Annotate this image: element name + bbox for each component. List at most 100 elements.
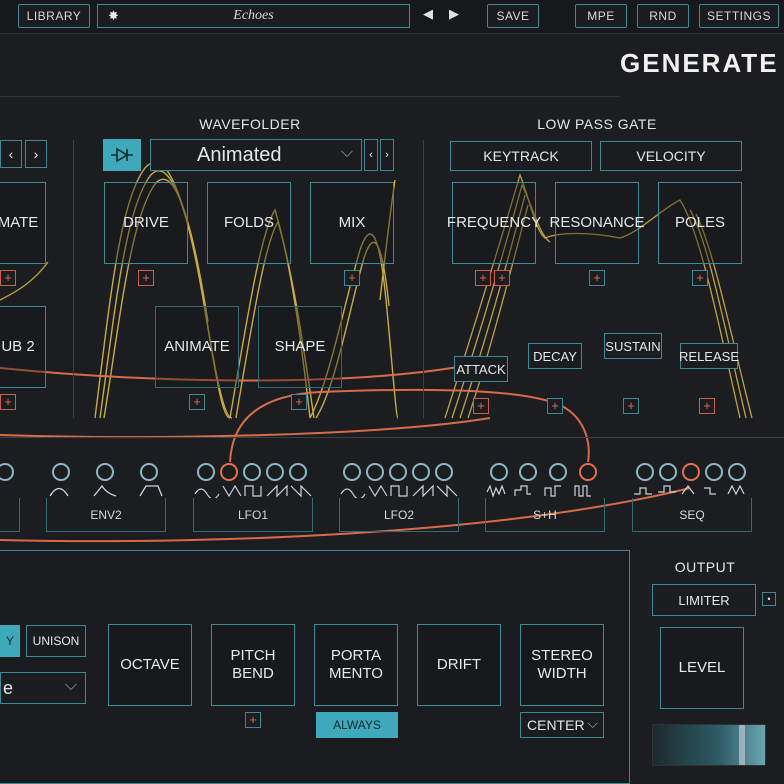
mod-target-dot[interactable] bbox=[289, 463, 307, 481]
mod-source-seq[interactable]: SEQ bbox=[632, 498, 752, 532]
mod-target-dot[interactable] bbox=[52, 463, 70, 481]
mod-plus-button[interactable]: + bbox=[0, 270, 16, 286]
diode-icon bbox=[111, 147, 133, 163]
voice-dropdown[interactable]: e ⌵ bbox=[0, 672, 86, 704]
knob-sub2[interactable]: UB 2 bbox=[0, 306, 46, 388]
mod-target-dot[interactable] bbox=[266, 463, 284, 481]
mod-target-dot[interactable] bbox=[435, 463, 453, 481]
limiter-toggle[interactable]: • bbox=[762, 592, 776, 606]
wavefolder-prev-button[interactable]: ‹ bbox=[364, 139, 378, 171]
mod-target-dot[interactable] bbox=[366, 463, 384, 481]
knob-label: STEREO WIDTH bbox=[531, 647, 593, 682]
mod-plus-button[interactable]: + bbox=[0, 394, 16, 410]
mod-source-env1[interactable] bbox=[0, 498, 20, 532]
knob-animate[interactable]: ANIMATE bbox=[155, 306, 239, 388]
mod-source-env2[interactable]: ENV2 bbox=[46, 498, 166, 532]
mod-plus-button[interactable]: + bbox=[589, 270, 605, 286]
mod-source-lfo2[interactable]: LFO2 bbox=[339, 498, 459, 532]
mod-plus-button[interactable]: + bbox=[494, 270, 510, 286]
knob-label: PITCH BEND bbox=[230, 647, 276, 682]
voice-mode-poly-button[interactable]: Y bbox=[0, 625, 20, 657]
mod-plus-button[interactable]: + bbox=[475, 270, 491, 286]
slider-release[interactable]: RELEASE bbox=[679, 343, 739, 369]
knob-label: PORTA MENTO bbox=[329, 647, 383, 682]
knob-label: ANIMATE bbox=[164, 338, 230, 355]
mod-plus-button[interactable]: + bbox=[189, 394, 205, 410]
mod-plus-button[interactable]: + bbox=[473, 398, 489, 414]
knob-pitch-bend[interactable]: PITCH BEND bbox=[211, 624, 295, 706]
knob-portamento[interactable]: PORTA MENTO bbox=[314, 624, 398, 706]
slider-decay[interactable]: DECAY bbox=[528, 343, 582, 369]
mod-plus-button[interactable]: + bbox=[291, 394, 307, 410]
knob-octave[interactable]: OCTAVE bbox=[108, 624, 192, 706]
meter-peak-marker bbox=[739, 725, 745, 765]
mod-target-dot[interactable] bbox=[96, 463, 114, 481]
mod-target-dot[interactable] bbox=[519, 463, 537, 481]
mod-target-dot[interactable] bbox=[243, 463, 261, 481]
mod-target-dot[interactable] bbox=[636, 463, 654, 481]
section-divider bbox=[73, 140, 74, 418]
stereo-mode-dropdown[interactable]: CENTER ⌵ bbox=[520, 712, 604, 738]
mod-target-dot[interactable] bbox=[343, 463, 361, 481]
mod-target-dot[interactable] bbox=[389, 463, 407, 481]
slider-sustain[interactable]: SUSTAIN bbox=[604, 333, 662, 359]
mod-target-dot[interactable] bbox=[705, 463, 723, 481]
mod-plus-button[interactable]: + bbox=[245, 712, 261, 728]
limiter-button[interactable]: LIMITER bbox=[652, 584, 756, 616]
mod-target-dot[interactable] bbox=[197, 463, 215, 481]
portamento-mode-button[interactable]: ALWAYS bbox=[316, 712, 398, 738]
slider-attack[interactable]: ATTACK bbox=[454, 356, 508, 382]
mod-target-dot[interactable] bbox=[728, 463, 746, 481]
mod-target-dot[interactable] bbox=[412, 463, 430, 481]
chevron-down-icon: ⌵ bbox=[340, 144, 353, 161]
mod-target-dot-active[interactable] bbox=[682, 463, 700, 481]
knob-mix[interactable]: MIX bbox=[310, 182, 394, 264]
wavefolder-bypass-toggle[interactable] bbox=[103, 139, 141, 171]
dropdown-value: CENTER bbox=[527, 717, 585, 733]
keytrack-button[interactable]: KEYTRACK bbox=[450, 141, 592, 171]
mod-target-dot-active[interactable] bbox=[579, 463, 597, 481]
velocity-button[interactable]: VELOCITY bbox=[600, 141, 742, 171]
mod-target-dot[interactable] bbox=[490, 463, 508, 481]
wavefolder-title: WAVEFOLDER bbox=[199, 116, 301, 132]
mod-plus-button[interactable]: + bbox=[344, 270, 360, 286]
knob-stereo-width[interactable]: STEREO WIDTH bbox=[520, 624, 604, 706]
mod-plus-button[interactable]: + bbox=[138, 270, 154, 286]
knob-label: POLES bbox=[674, 214, 726, 231]
knob-shape[interactable]: SHAPE bbox=[258, 306, 342, 388]
knob-label: RESONANCE bbox=[549, 214, 645, 231]
mod-target-dot[interactable] bbox=[140, 463, 158, 481]
lfo-wave-icon bbox=[340, 484, 458, 498]
knob-folds[interactable]: FOLDS bbox=[207, 182, 291, 264]
mod-plus-button[interactable]: + bbox=[692, 270, 708, 286]
knob-animate-left[interactable]: MATE bbox=[0, 182, 46, 264]
knob-drive[interactable]: DRIVE bbox=[104, 182, 188, 264]
section-divider bbox=[423, 140, 424, 418]
wavefolder-mode-dropdown[interactable]: Animated ⌵ bbox=[150, 139, 362, 171]
left-next-button[interactable]: › bbox=[25, 140, 47, 168]
mod-source-sh[interactable]: S+H bbox=[485, 498, 605, 532]
mod-target-dot[interactable] bbox=[549, 463, 567, 481]
dropdown-value: Animated bbox=[197, 143, 282, 166]
knob-label: MATE bbox=[0, 214, 39, 231]
knob-label: MIX bbox=[338, 214, 366, 231]
mod-source-lfo1[interactable]: LFO1 bbox=[193, 498, 313, 532]
knob-frequency[interactable]: FREQUENCY bbox=[447, 182, 541, 264]
knob-drift[interactable]: DRIFT bbox=[417, 624, 501, 706]
knob-level[interactable]: LEVEL bbox=[660, 627, 744, 709]
mod-plus-button[interactable]: + bbox=[547, 398, 563, 414]
mod-target-dot-active[interactable] bbox=[220, 463, 238, 481]
mod-plus-button[interactable]: + bbox=[699, 398, 715, 414]
knob-poles[interactable]: POLES bbox=[658, 182, 742, 264]
left-prev-button[interactable]: ‹ bbox=[0, 140, 22, 168]
wavefolder-next-button[interactable]: › bbox=[380, 139, 394, 171]
knob-resonance[interactable]: RESONANCE bbox=[549, 182, 645, 264]
voice-mode-unison-button[interactable]: UNISON bbox=[26, 625, 86, 657]
dropdown-value: e bbox=[3, 677, 14, 698]
output-title: OUTPUT bbox=[674, 559, 736, 575]
lpg-title: LOW PASS GATE bbox=[537, 116, 657, 132]
mod-plus-button[interactable]: + bbox=[623, 398, 639, 414]
knob-label: LEVEL bbox=[678, 659, 726, 676]
knob-label: FREQUENCY bbox=[446, 214, 542, 231]
mod-target-dot[interactable] bbox=[659, 463, 677, 481]
